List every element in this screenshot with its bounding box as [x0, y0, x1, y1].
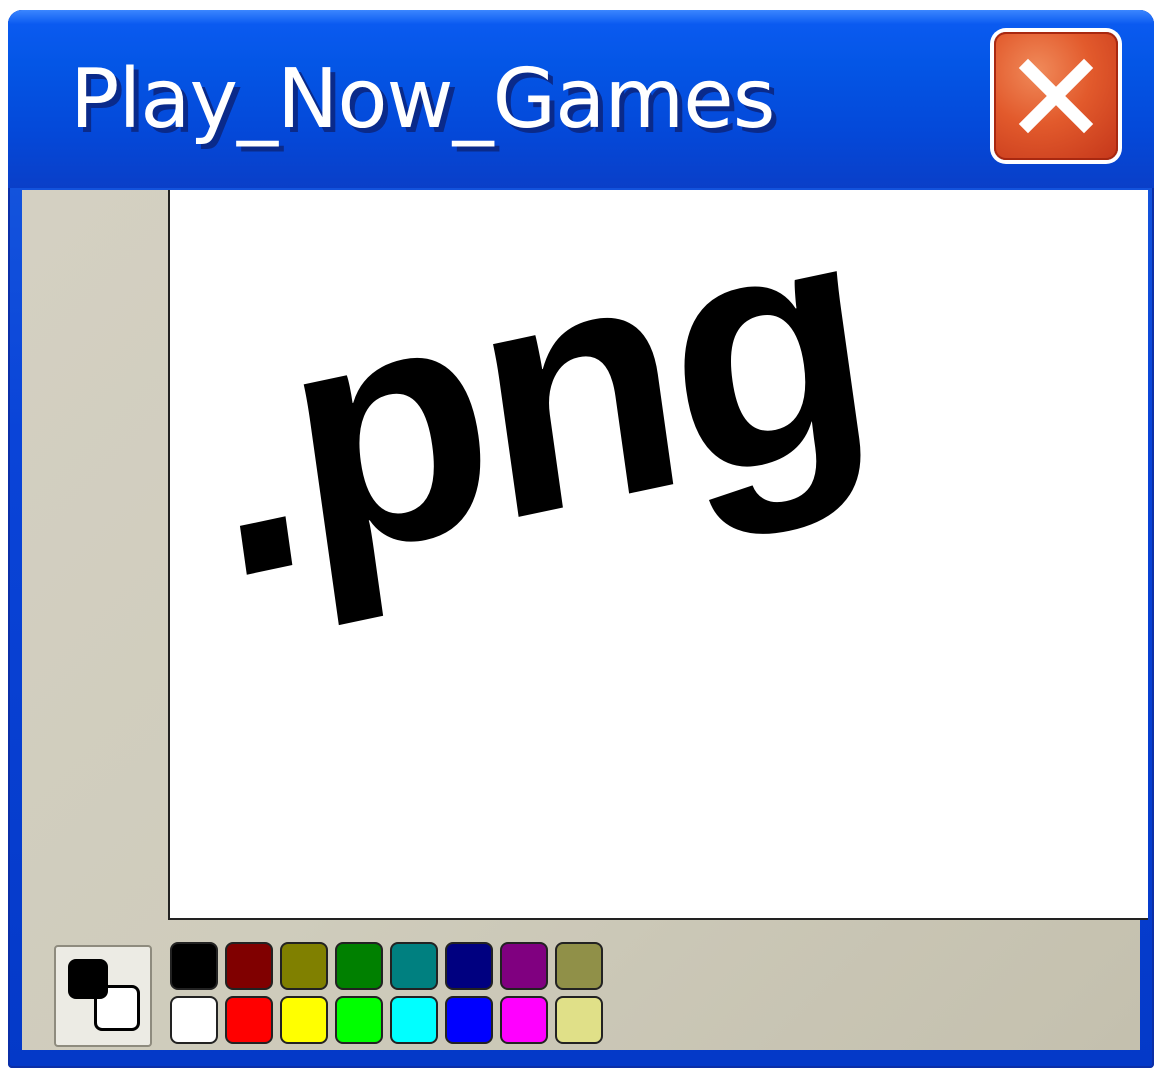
palette-swatch[interactable]: [500, 942, 548, 990]
color-palette: [170, 942, 603, 1044]
palette-swatch[interactable]: [335, 942, 383, 990]
paint-workspace: .png: [22, 190, 1148, 1050]
palette-swatch[interactable]: [390, 942, 438, 990]
title-bar[interactable]: Play_Now_Games: [8, 10, 1154, 188]
window-title: Play_Now_Games: [70, 52, 775, 147]
palette-swatch[interactable]: [555, 942, 603, 990]
palette-swatch[interactable]: [335, 996, 383, 1044]
palette-swatch[interactable]: [225, 996, 273, 1044]
palette-swatch[interactable]: [390, 996, 438, 1044]
foreground-color[interactable]: [68, 959, 108, 999]
close-button[interactable]: [994, 32, 1118, 160]
palette-swatch[interactable]: [445, 942, 493, 990]
canvas-text: .png: [183, 190, 885, 649]
palette-swatch[interactable]: [170, 996, 218, 1044]
palette-swatch[interactable]: [555, 996, 603, 1044]
drawing-canvas[interactable]: .png: [168, 190, 1148, 920]
palette-swatch[interactable]: [170, 942, 218, 990]
paint-window: Play_Now_Games .png: [8, 10, 1154, 1068]
close-x-icon: [1018, 58, 1094, 134]
palette-swatch[interactable]: [500, 996, 548, 1044]
palette-swatch[interactable]: [280, 942, 328, 990]
palette-swatch[interactable]: [445, 996, 493, 1044]
palette-swatch[interactable]: [225, 942, 273, 990]
palette-swatch[interactable]: [280, 996, 328, 1044]
color-selector[interactable]: [54, 945, 152, 1047]
